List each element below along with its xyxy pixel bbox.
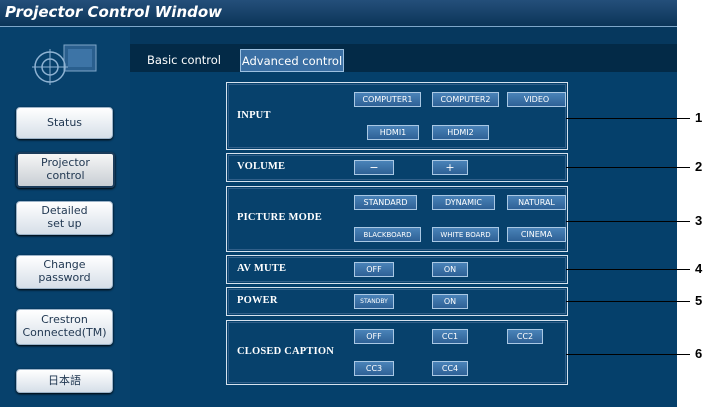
callout-number-5: 5: [695, 293, 703, 308]
picture-whiteboard-button[interactable]: WHITE BOARD: [432, 227, 499, 242]
power-row: POWER STANDBY ON: [226, 287, 568, 316]
picture-dynamic-button[interactable]: DYNAMIC: [432, 195, 495, 210]
control-panel: INPUT COMPUTER1 COMPUTER2 VIDEO HDMI1 HD…: [130, 72, 677, 407]
tab-advanced-control[interactable]: Advanced control: [240, 49, 344, 72]
callout-line-4: [566, 269, 690, 270]
av-mute-row: AV MUTE OFF ON: [226, 255, 568, 284]
picture-cinema-button[interactable]: CINEMA: [507, 227, 566, 242]
callout-line-3: [566, 221, 690, 222]
volume-row: VOLUME − +: [226, 153, 568, 182]
nav-detailed-setup-button[interactable]: Detailed set up: [16, 201, 113, 235]
picture-standard-button[interactable]: STANDARD: [354, 195, 417, 210]
input-computer1-button[interactable]: COMPUTER1: [354, 92, 421, 107]
picture-natural-button[interactable]: NATURAL: [507, 195, 566, 210]
callout-line-2: [566, 167, 690, 168]
callout-line-5: [566, 301, 690, 302]
input-hdmi2-button[interactable]: HDMI2: [432, 125, 489, 140]
callout-line-1: [566, 118, 690, 119]
title-bar: Projector Control Window: [0, 0, 677, 27]
picture-mode-label: PICTURE MODE: [237, 212, 322, 223]
closed-caption-row: CLOSED CAPTION OFF CC1 CC2 CC3 CC4: [226, 320, 568, 385]
cc3-button[interactable]: CC3: [354, 361, 394, 376]
volume-up-button[interactable]: +: [432, 160, 468, 175]
projector-control-window: Projector Control Window Status Projecto…: [0, 0, 677, 407]
volume-down-button[interactable]: −: [354, 160, 394, 175]
projector-logo-icon: [32, 44, 97, 85]
input-computer2-button[interactable]: COMPUTER2: [432, 92, 499, 107]
cc-off-button[interactable]: OFF: [354, 329, 394, 344]
power-label: POWER: [237, 295, 278, 306]
av-mute-label: AV MUTE: [237, 263, 287, 274]
callout-number-3: 3: [695, 213, 703, 228]
power-standby-button[interactable]: STANDBY: [354, 294, 394, 309]
av-mute-on-button[interactable]: ON: [432, 262, 468, 277]
input-row: INPUT COMPUTER1 COMPUTER2 VIDEO HDMI1 HD…: [226, 82, 568, 150]
picture-blackboard-button[interactable]: BLACKBOARD: [354, 227, 421, 242]
nav-projector-control-button[interactable]: Projector control: [16, 152, 115, 188]
closed-caption-label: CLOSED CAPTION: [237, 346, 335, 357]
cc4-button[interactable]: CC4: [432, 361, 468, 376]
input-video-button[interactable]: VIDEO: [507, 92, 566, 107]
callout-number-6: 6: [695, 346, 703, 361]
av-mute-off-button[interactable]: OFF: [354, 262, 394, 277]
input-label: INPUT: [237, 110, 271, 121]
nav-change-password-button[interactable]: Change password: [16, 255, 113, 289]
cc2-button[interactable]: CC2: [507, 329, 543, 344]
nav-japanese-language-button[interactable]: 日本語: [16, 369, 113, 393]
nav-crestron-connected-button[interactable]: Crestron Connected(TM): [16, 309, 113, 345]
picture-mode-row: PICTURE MODE STANDARD DYNAMIC NATURAL BL…: [226, 186, 568, 252]
power-on-button[interactable]: ON: [432, 294, 468, 309]
window-title: Projector Control Window: [5, 3, 223, 21]
input-hdmi1-button[interactable]: HDMI1: [367, 125, 419, 140]
callout-number-4: 4: [695, 261, 703, 276]
callout-line-6: [566, 354, 690, 355]
volume-label: VOLUME: [237, 161, 286, 172]
tab-bar: Basic control Advanced control: [130, 44, 677, 72]
nav-status-button[interactable]: Status: [16, 107, 113, 139]
callout-number-1: 1: [695, 110, 703, 125]
cc1-button[interactable]: CC1: [432, 329, 468, 344]
callout-number-2: 2: [695, 159, 703, 174]
tab-basic-control[interactable]: Basic control: [140, 49, 228, 70]
